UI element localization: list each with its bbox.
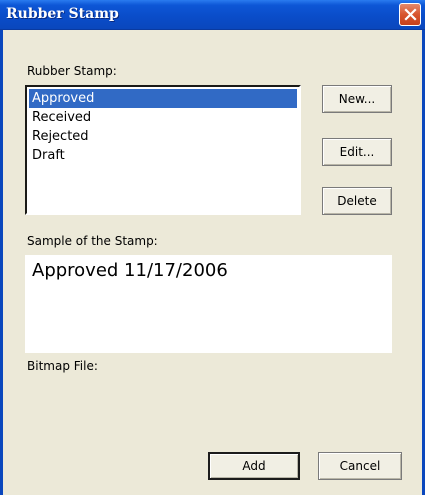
window-title: Rubber Stamp [6, 6, 119, 22]
bitmap-file-label: Bitmap File: [27, 359, 98, 373]
window-frame-left [0, 30, 3, 495]
cancel-button[interactable]: Cancel [318, 452, 402, 480]
close-icon [404, 8, 417, 21]
title-bar[interactable]: Rubber Stamp [0, 0, 425, 30]
list-item-rejected[interactable]: Rejected [29, 127, 297, 146]
edit-button[interactable]: Edit... [322, 138, 392, 166]
stamp-sample-preview: Approved 11/17/2006 [25, 255, 392, 353]
delete-button[interactable]: Delete [322, 187, 392, 215]
list-item-received[interactable]: Received [29, 108, 297, 127]
close-button[interactable] [399, 3, 421, 26]
stamp-listbox[interactable]: Approved Received Rejected Draft [25, 85, 301, 215]
add-button[interactable]: Add [208, 452, 300, 480]
list-item-draft[interactable]: Draft [29, 146, 297, 165]
new-button[interactable]: New... [322, 85, 392, 113]
sample-stamp-text: Approved 11/17/2006 [32, 260, 228, 281]
sample-label: Sample of the Stamp: [27, 234, 158, 248]
rubber-stamp-dialog: Rubber Stamp Rubber Stamp: Approved Rece… [0, 0, 425, 495]
rubber-stamp-label: Rubber Stamp: [27, 64, 117, 78]
list-item-approved[interactable]: Approved [29, 89, 297, 108]
